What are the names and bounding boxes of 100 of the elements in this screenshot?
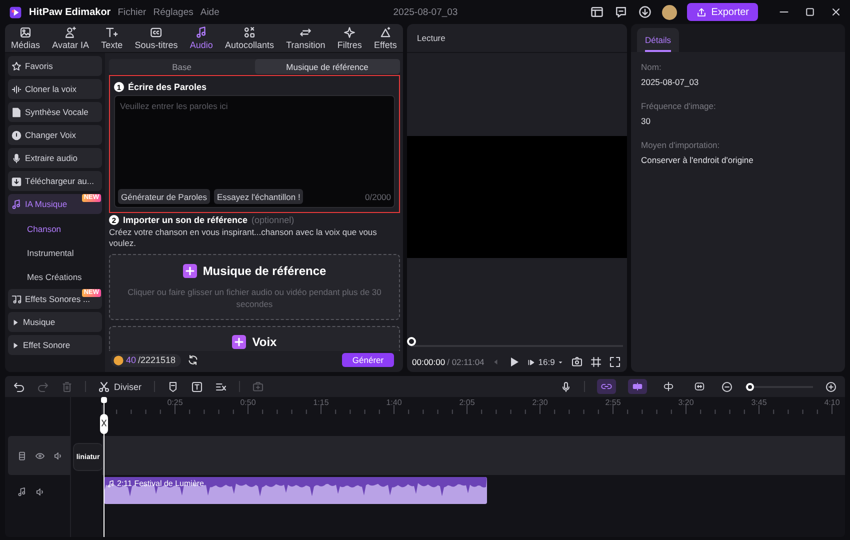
playhead[interactable] [99,397,109,537]
camera-icon[interactable] [570,356,583,368]
lyrics-button[interactable]: Essayez l'échantillon ! [214,189,304,204]
sidebar-item[interactable]: Téléchargeur au... [8,171,102,191]
drop-zone[interactable]: Musique de référence Cliquer ou faire glisser un fichier audio ou vidéo pendant plus de 30 secondes [109,254,400,320]
field-label: Nom: [641,62,662,72]
current-time: 00:00:00 [412,357,446,367]
app-logo-icon [9,6,22,18]
download-box-icon [11,176,22,186]
split-clip-button[interactable] [628,379,647,394]
toolbar-tab[interactable]: Filtres [335,24,364,52]
text-box-icon[interactable] [190,380,203,392]
zoom-out-icon[interactable] [721,380,733,392]
refresh-icon[interactable] [186,354,199,366]
speaker-icon[interactable] [53,450,63,460]
menu-item[interactable]: Réglages [153,6,194,18]
music-notes-icon [11,294,22,304]
toolbar-tab[interactable]: Transition [284,24,328,52]
sub-tab[interactable]: Musique de référence [254,59,400,74]
music-note-icon [107,480,115,488]
details-tab[interactable]: Détails [637,28,679,52]
undo-icon[interactable] [13,380,25,392]
layout-icon[interactable] [590,5,604,19]
speaker-icon[interactable] [35,486,45,496]
field-value: 2025-08-07_03 [641,77,700,87]
time-label: 3:20 [677,398,695,407]
close-icon[interactable] [830,6,842,18]
download-icon[interactable] [638,5,652,19]
zoom-in-icon[interactable] [825,380,837,392]
clear-subtitles-icon[interactable] [214,380,227,392]
time-label: 4:10 [823,398,841,407]
section-title: Importer un son de référence [123,215,248,225]
star-icon [11,60,22,72]
sidebar-subitem[interactable]: Chanson [8,217,102,241]
time-label: 0:50 [239,398,257,407]
audio-clip[interactable]: 2:11 Festival de Lumière [104,477,487,504]
sidebar-item[interactable]: Musique [8,312,102,332]
text-icon [105,26,118,39]
image-icon [19,26,32,39]
circle-icon [11,130,22,140]
sidebar-subitem[interactable]: Mes Créations [8,265,102,289]
generate-button[interactable]: Générer [342,353,394,367]
toolbar-tab[interactable]: Médias [9,24,42,52]
menu-item[interactable]: Fichier [118,6,146,18]
person-icon [64,26,78,39]
music-note-icon[interactable] [17,486,27,496]
panel-title: Lecture [417,33,446,43]
fullscreen-icon[interactable] [608,356,621,368]
field-label: Moyen d'importation: [641,140,721,150]
microphone-icon[interactable] [560,380,572,392]
shapes-icon [243,26,256,39]
optional-label: (optionnel) [252,215,294,225]
sidebar-item[interactable]: Changer Voix [8,125,102,145]
marker-icon[interactable] [166,380,179,392]
play-icon[interactable] [508,356,520,368]
toolbar-tab[interactable]: Audio [188,24,215,52]
app-name: HitPaw Edimakor [29,6,111,18]
feedback-icon[interactable] [614,5,628,19]
scissors-icon [98,380,110,392]
grid-icon[interactable] [590,356,602,368]
sidebar-item[interactable]: Synthèse Vocale [8,102,102,122]
upload-icon [696,6,708,18]
toolbar-tab[interactable]: Autocollants [222,24,276,52]
toolbar-tab[interactable]: Avatar IA [50,24,91,52]
toolbar-tab[interactable]: Effets [372,24,399,52]
menu-item[interactable]: Aide [200,6,220,18]
export-button[interactable]: Exporter [687,3,758,21]
total-time: / 02:11:04 [447,357,484,367]
lyrics-button[interactable]: Générateur de Paroles [118,189,210,204]
waveform-icon [11,84,22,94]
next-frame-icon[interactable] [527,358,536,366]
sidebar-item[interactable]: Extraire audio [8,148,102,168]
maximize-icon[interactable] [804,6,816,18]
sidebar-item[interactable]: Cloner la voix [8,79,102,99]
eye-icon[interactable] [35,450,45,460]
film-icon[interactable] [17,450,27,460]
toolbar-tab[interactable]: Texte [99,24,125,52]
description: Créez votre chanson en vous inspirant...chanson avec la voix que vous voulez. [109,227,378,249]
microphone-icon [11,152,22,164]
time-label: 3:45 [750,398,768,407]
sub-tab[interactable]: Base [109,59,254,74]
aspect-ratio-dropdown[interactable]: 16:9 [538,357,555,367]
toolbar-tab[interactable]: Sous-titres [132,24,180,52]
field-value: 30 [641,116,652,126]
zoom-slider-thumb[interactable] [746,382,754,390]
sidebar-item[interactable]: Effet Sonore [8,335,102,355]
cone-icon [378,26,392,39]
avatar[interactable] [662,4,678,20]
caret-icon[interactable] [556,358,564,366]
split-button[interactable]: Diviser [98,380,142,392]
fit-icon [693,381,706,392]
drop-zone[interactable]: Voix [109,326,400,351]
sidebar-subitem[interactable]: Instrumental [8,241,102,265]
progress-thumb[interactable] [407,337,416,346]
subtitles-icon [150,26,163,39]
character-counter: 0/2000 [365,192,391,202]
section-title: Écrire des Paroles [128,82,207,92]
sidebar-item[interactable]: Favoris [8,56,102,76]
link-button[interactable] [597,379,616,394]
plus-icon [182,264,197,278]
